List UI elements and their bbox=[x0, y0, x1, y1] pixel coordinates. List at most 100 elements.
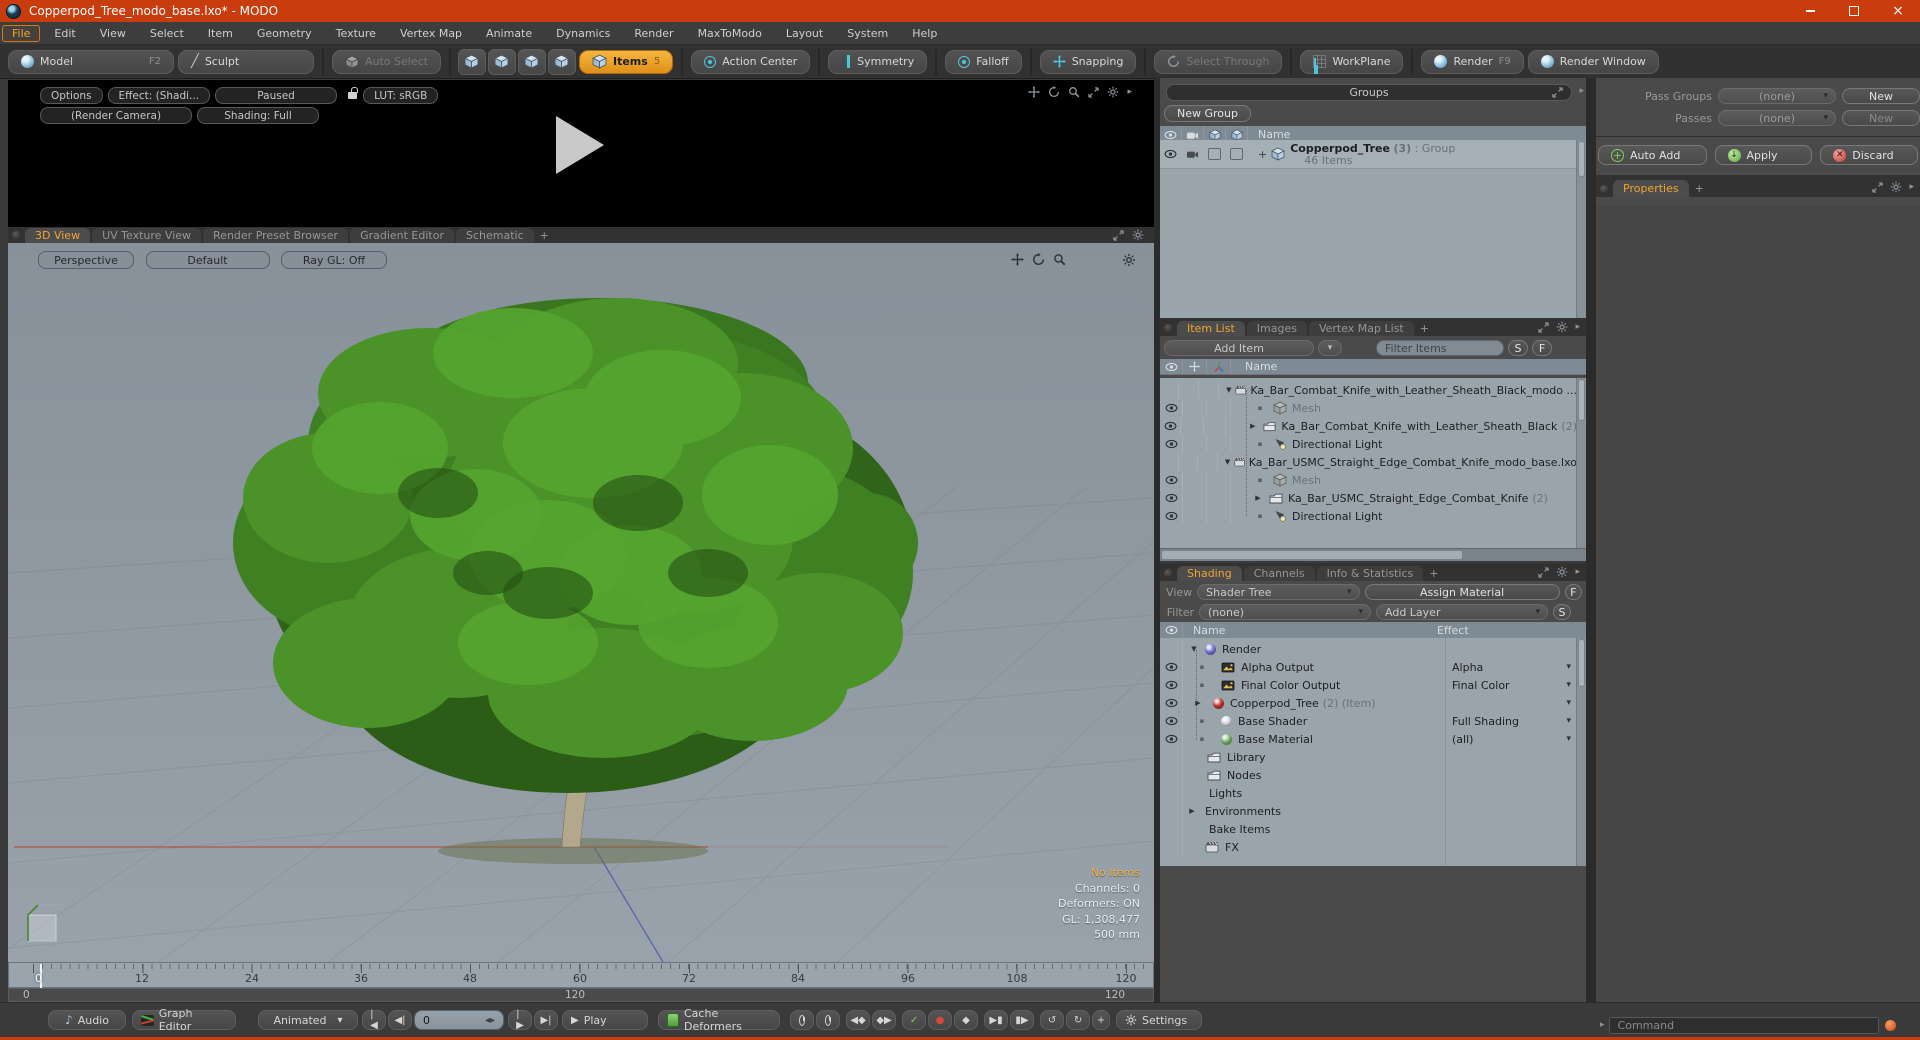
items-mode-button[interactable]: Items 5 bbox=[578, 49, 674, 74]
auto-add-button[interactable]: + Auto Add bbox=[1598, 145, 1707, 165]
expand-toggle[interactable]: ▶ bbox=[1248, 422, 1257, 430]
shader-row-environments[interactable]: ▶ Environments bbox=[1160, 802, 1577, 820]
go-to-start-button[interactable]: |◀ bbox=[362, 1009, 386, 1031]
cache-deformers-button[interactable]: Cache Deformers bbox=[658, 1007, 780, 1033]
filter-button[interactable]: F bbox=[1532, 340, 1552, 356]
menu-render[interactable]: Render bbox=[624, 25, 683, 42]
eye-icon[interactable] bbox=[1165, 680, 1178, 690]
effect-value[interactable]: Final Color bbox=[1452, 679, 1510, 692]
minimize-button[interactable] bbox=[1788, 0, 1832, 22]
eye-icon[interactable] bbox=[1165, 475, 1178, 485]
item-list-expand-icon[interactable] bbox=[1538, 322, 1549, 333]
vertices-mode-button[interactable] bbox=[457, 48, 486, 75]
menu-animate[interactable]: Animate bbox=[476, 25, 542, 42]
group-row-copperpod-tree[interactable]: + Copperpod_Tree (3) : Group 46 Items bbox=[1160, 140, 1577, 169]
panel-menu-icon[interactable] bbox=[12, 231, 21, 240]
effect-caret-icon[interactable]: ▾ bbox=[1566, 662, 1571, 672]
groups-panel-title[interactable]: Groups bbox=[1166, 84, 1572, 101]
item-row-light-1[interactable]: ▪ Directional Light bbox=[1160, 435, 1577, 453]
command-history-icon[interactable] bbox=[1884, 1019, 1896, 1031]
play-button[interactable]: ▶ Play bbox=[562, 1010, 648, 1030]
item-list-arrow-icon[interactable]: ▸ bbox=[1575, 322, 1580, 332]
shader-row-base-material[interactable]: ▪ Base Material (all) ▾ bbox=[1160, 730, 1577, 748]
item-label[interactable]: Directional Light bbox=[1292, 438, 1382, 451]
timeline-range-bar[interactable]: 0 120 120 bbox=[8, 988, 1154, 1002]
effect-value[interactable]: Full Shading bbox=[1452, 715, 1519, 728]
group-checkbox[interactable] bbox=[1208, 148, 1221, 160]
shading-expand-icon[interactable] bbox=[1538, 567, 1549, 578]
jump-forward-button[interactable]: ▶▮ bbox=[984, 1010, 1008, 1030]
settings-button[interactable]: Settings bbox=[1116, 1010, 1202, 1030]
s-button[interactable]: S bbox=[1553, 604, 1571, 620]
groups-panel-arrow-icon[interactable]: ▸ bbox=[1579, 86, 1584, 96]
previous-key-button[interactable]: ◀◆ bbox=[846, 1010, 870, 1030]
item-label[interactable]: Ka_Bar_USMC_Straight_Edge_Combat_Knife_m… bbox=[1249, 456, 1577, 469]
tab-render-preset-browser[interactable]: Render Preset Browser bbox=[203, 228, 349, 243]
visibility-column-icon[interactable] bbox=[1165, 362, 1178, 372]
axis-column-icon[interactable] bbox=[1213, 361, 1225, 373]
viewport-pan-icon[interactable] bbox=[1011, 253, 1024, 266]
polygons-mode-button[interactable] bbox=[517, 48, 546, 75]
shading-name-column[interactable]: Name bbox=[1193, 624, 1437, 637]
eye-icon[interactable] bbox=[1164, 421, 1177, 431]
commit-button[interactable]: ✓ bbox=[902, 1010, 926, 1030]
tab-properties[interactable]: Properties bbox=[1613, 180, 1689, 197]
apply-button[interactable]: ↓ Apply bbox=[1714, 145, 1813, 165]
materials-mode-button[interactable] bbox=[547, 48, 576, 75]
new-group-button[interactable]: New Group bbox=[1164, 105, 1251, 122]
effect-caret-icon[interactable]: ▾ bbox=[1566, 698, 1571, 708]
eye-icon[interactable] bbox=[1164, 149, 1177, 159]
shader-row-nodes[interactable]: Nodes bbox=[1160, 766, 1577, 784]
preview-shading-button[interactable]: Shading: Full bbox=[197, 107, 319, 124]
passes-new-button[interactable]: New bbox=[1842, 110, 1920, 126]
pass-groups-dropdown[interactable]: (none) ▾ bbox=[1718, 88, 1836, 104]
layer-name[interactable]: Alpha Output bbox=[1241, 661, 1314, 674]
close-button[interactable]: × bbox=[1876, 0, 1920, 22]
preview-rotate-icon[interactable] bbox=[1048, 86, 1060, 98]
preview-options-button[interactable]: Options bbox=[40, 87, 103, 104]
collapse-toggle[interactable]: ▼ bbox=[1224, 458, 1232, 466]
add-item-dropdown[interactable]: Add Item bbox=[1164, 340, 1314, 356]
item-label[interactable]: Directional Light bbox=[1292, 510, 1382, 523]
snapping-button[interactable]: Snapping bbox=[1039, 49, 1137, 74]
graph-editor-button[interactable]: Graph Editor bbox=[132, 1007, 236, 1033]
shader-row-alpha-output[interactable]: ▪ Alpha Output Alpha ▾ bbox=[1160, 658, 1577, 676]
assign-material-button[interactable]: Assign Material bbox=[1364, 584, 1560, 600]
render-window-button[interactable]: Render Window bbox=[1527, 49, 1659, 74]
menu-item[interactable]: Item bbox=[198, 25, 243, 42]
viewport-rotate-icon[interactable] bbox=[1032, 253, 1045, 266]
group-expand-toggle[interactable]: + bbox=[1258, 148, 1267, 161]
command-input[interactable] bbox=[1608, 1016, 1879, 1034]
key-mode-button[interactable] bbox=[816, 1010, 840, 1030]
expand-toggle[interactable]: ▶ bbox=[1193, 699, 1203, 707]
camera-icon[interactable] bbox=[1186, 149, 1199, 159]
layer-name[interactable]: FX bbox=[1225, 841, 1239, 854]
go-to-end-button[interactable]: ▶| bbox=[534, 1010, 558, 1030]
lock-icon[interactable] bbox=[348, 87, 359, 99]
shader-row-lights[interactable]: Lights bbox=[1160, 784, 1577, 802]
timeline-ruler[interactable]: 0 12 24 36 48 60 72 84 96 108 120 0 bbox=[8, 962, 1154, 988]
action-center-button[interactable]: Action Center bbox=[691, 49, 811, 74]
view-dropdown[interactable]: Shader Tree ▾ bbox=[1197, 584, 1360, 600]
shader-row-library[interactable]: Library bbox=[1160, 748, 1577, 766]
symmetry-button[interactable]: Symmetry bbox=[828, 49, 928, 74]
right-panel-divider[interactable] bbox=[1586, 78, 1596, 1002]
eye-icon[interactable] bbox=[1165, 511, 1178, 521]
eye-icon[interactable] bbox=[1165, 734, 1178, 744]
layer-name[interactable]: Final Color Output bbox=[1241, 679, 1340, 692]
filter-dropdown[interactable]: (none) ▾ bbox=[1199, 604, 1371, 620]
default-shading-button[interactable]: Default bbox=[145, 251, 270, 269]
sort-button[interactable]: S bbox=[1508, 340, 1528, 356]
viewport-gear-icon[interactable] bbox=[1122, 253, 1136, 267]
viewport-tab-expand-icon[interactable] bbox=[1113, 230, 1124, 241]
menu-vertex-map[interactable]: Vertex Map bbox=[390, 25, 472, 42]
preview-lut-button[interactable]: LUT: sRGB bbox=[363, 87, 439, 104]
shader-row-copperpod-tree[interactable]: ▶ Copperpod_Tree (2) (Item) ▾ bbox=[1160, 694, 1577, 712]
tab-info-statistics[interactable]: Info & Statistics bbox=[1316, 566, 1424, 581]
layer-name[interactable]: Base Shader bbox=[1238, 715, 1307, 728]
next-key-button[interactable]: ◆▶ bbox=[872, 1010, 896, 1030]
auto-key-button[interactable] bbox=[790, 1010, 814, 1030]
menu-maxtomodo[interactable]: MaxToModo bbox=[688, 25, 772, 42]
raygl-button[interactable]: Ray GL: Off bbox=[281, 251, 387, 269]
layer-name[interactable]: Bake Items bbox=[1209, 823, 1270, 836]
